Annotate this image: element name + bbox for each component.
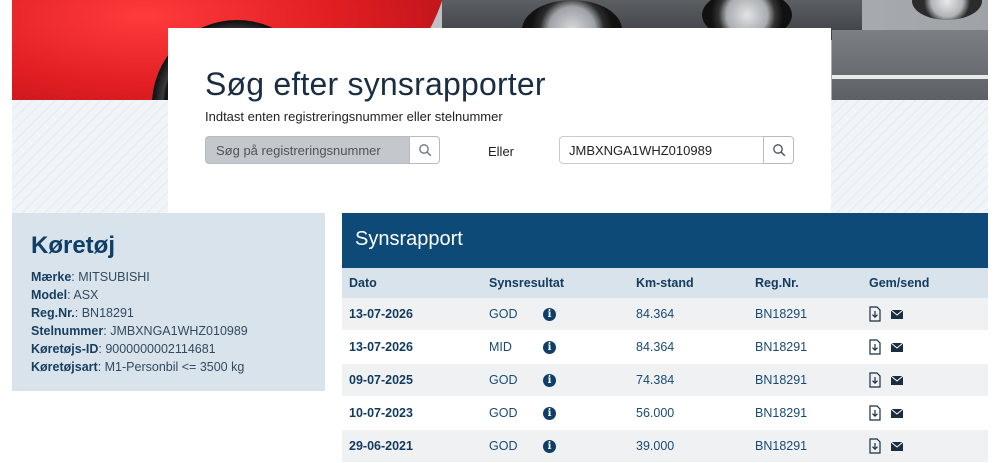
row-reg: BN18291 bbox=[755, 373, 808, 387]
reg-search-button[interactable] bbox=[409, 136, 440, 164]
envelope-icon[interactable] bbox=[890, 306, 904, 322]
info-icon[interactable]: i bbox=[543, 374, 556, 387]
report-heading: Synsrapport bbox=[342, 213, 988, 268]
table-row: 29-06-2021 GOD i 39.000 BN18291 bbox=[342, 430, 988, 463]
download-file-icon[interactable] bbox=[868, 339, 882, 355]
info-icon[interactable]: i bbox=[543, 407, 556, 420]
envelope-icon[interactable] bbox=[890, 372, 904, 388]
row-reg: BN18291 bbox=[755, 406, 808, 420]
row-result: GOD bbox=[489, 307, 518, 321]
vehicle-field-type: Køretøjsart: M1-Personbil <= 3500 kg bbox=[31, 360, 245, 374]
inspection-report: Synsrapport Dato Synsresultat Km-stand R… bbox=[342, 213, 988, 463]
search-card: Søg efter synsrapporter Indtast enten re… bbox=[168, 28, 831, 213]
row-km: 74.384 bbox=[636, 373, 675, 387]
field-value: BN18291 bbox=[81, 306, 134, 320]
column-date: Dato bbox=[349, 276, 377, 290]
info-icon[interactable]: i bbox=[543, 308, 556, 321]
field-label: Stelnummer bbox=[31, 324, 104, 338]
vehicle-field-reg: Reg.Nr.: BN18291 bbox=[31, 306, 134, 320]
table-header: Dato Synsresultat Km-stand Reg.Nr. Gem/s… bbox=[342, 268, 988, 298]
vin-search-button[interactable] bbox=[763, 136, 794, 164]
row-km: 84.364 bbox=[636, 340, 675, 354]
info-icon[interactable]: i bbox=[543, 440, 556, 453]
row-result: GOD bbox=[489, 439, 518, 453]
row-reg: BN18291 bbox=[755, 439, 808, 453]
info-icon[interactable]: i bbox=[543, 341, 556, 354]
field-value: MITSUBISHI bbox=[78, 270, 150, 284]
column-result: Synsresultat bbox=[489, 276, 565, 290]
field-label: Køretøjsart bbox=[31, 360, 98, 374]
search-icon bbox=[418, 144, 431, 157]
search-icon bbox=[772, 144, 785, 157]
download-file-icon[interactable] bbox=[868, 438, 882, 454]
column-save-send: Gem/send bbox=[869, 276, 930, 290]
vehicle-field-vin: Stelnummer: JMBXNGA1WHZ010989 bbox=[31, 324, 248, 338]
field-label: Model bbox=[31, 288, 68, 302]
row-km: 56.000 bbox=[636, 406, 675, 420]
vehicle-field-id: Køretøjs-ID: 9000000002114681 bbox=[31, 342, 216, 356]
table-body: 13-07-2026 GOD i 84.364 BN18291 13-07-2026 MID… bbox=[342, 298, 988, 463]
row-date: 13-07-2026 bbox=[349, 307, 413, 321]
row-date: 29-06-2021 bbox=[349, 439, 413, 453]
envelope-icon[interactable] bbox=[890, 438, 904, 454]
row-result: MID bbox=[489, 340, 512, 354]
vin-input[interactable] bbox=[559, 136, 764, 164]
column-km: Km-stand bbox=[636, 276, 694, 290]
vehicle-field-make: Mærke: MITSUBISHI bbox=[31, 270, 150, 284]
download-file-icon[interactable] bbox=[868, 405, 882, 421]
download-file-icon[interactable] bbox=[868, 372, 882, 388]
reg-number-input[interactable] bbox=[205, 136, 410, 164]
vehicle-heading: Køretøj bbox=[31, 232, 115, 259]
download-file-icon[interactable] bbox=[868, 306, 882, 322]
table-row: 09-07-2025 GOD i 74.384 BN18291 bbox=[342, 364, 988, 397]
row-km: 39.000 bbox=[636, 439, 675, 453]
row-date: 10-07-2023 bbox=[349, 406, 413, 420]
row-result: GOD bbox=[489, 406, 518, 420]
field-value: M1-Personbil <= 3500 kg bbox=[104, 360, 245, 374]
road-line bbox=[832, 75, 988, 79]
row-reg: BN18291 bbox=[755, 307, 808, 321]
row-reg: BN18291 bbox=[755, 340, 808, 354]
envelope-icon[interactable] bbox=[890, 405, 904, 421]
road-shape bbox=[832, 30, 988, 100]
field-value: 9000000002114681 bbox=[105, 342, 216, 356]
row-date: 13-07-2026 bbox=[349, 340, 413, 354]
vehicle-field-model: Model: ASX bbox=[31, 288, 99, 302]
field-label: Mærke bbox=[31, 270, 72, 284]
table-row: 13-07-2026 GOD i 84.364 BN18291 bbox=[342, 298, 988, 331]
column-reg: Reg.Nr. bbox=[755, 276, 799, 290]
table-row: 10-07-2023 GOD i 56.000 BN18291 bbox=[342, 397, 988, 430]
wheel-shape bbox=[912, 0, 982, 20]
field-label: Reg.Nr. bbox=[31, 306, 75, 320]
row-date: 09-07-2025 bbox=[349, 373, 413, 387]
envelope-icon[interactable] bbox=[890, 339, 904, 355]
field-value: JMBXNGA1WHZ010989 bbox=[110, 324, 248, 338]
vehicle-panel: Køretøj Mærke: MITSUBISHI Model: ASX Reg… bbox=[12, 213, 325, 391]
field-value: ASX bbox=[73, 288, 99, 302]
or-label: Eller bbox=[488, 144, 515, 159]
table-row: 13-07-2026 MID i 84.364 BN18291 bbox=[342, 331, 988, 364]
search-subtitle: Indtast enten registreringsnummer eller … bbox=[205, 109, 503, 124]
row-km: 84.364 bbox=[636, 307, 675, 321]
page-title: Søg efter synsrapporter bbox=[205, 66, 546, 102]
row-result: GOD bbox=[489, 373, 518, 387]
field-label: Køretøjs-ID bbox=[31, 342, 99, 356]
